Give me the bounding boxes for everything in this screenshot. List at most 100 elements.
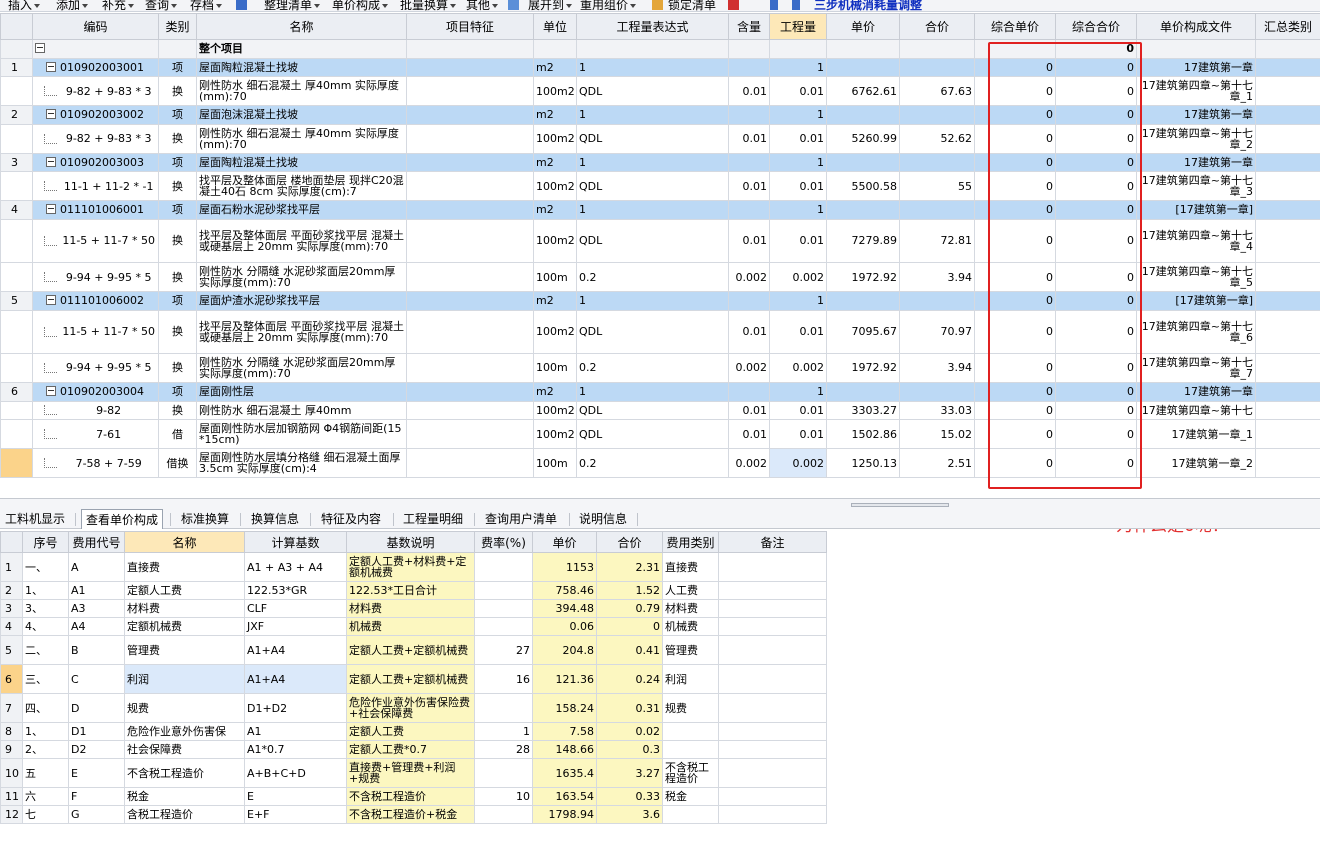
- code-cell[interactable]: 9-82 + 9-83 * 3: [32, 76, 159, 107]
- bill-item-row[interactable]: 5 011101006002 项屋面炉渣水泥砂浆找平层 m2 1 1 0 0 [17建筑第一章]: [0, 291, 1320, 311]
- project-total-row[interactable]: 整个项目 0: [0, 39, 1320, 59]
- quantity-cell[interactable]: 1: [769, 57, 827, 78]
- remark-cell[interactable]: [718, 617, 827, 636]
- col-header-total[interactable]: 合价: [899, 13, 975, 40]
- remark-cell[interactable]: [718, 693, 827, 723]
- content-cell[interactable]: 0.01: [728, 419, 770, 450]
- name-cell[interactable]: 屋面泡沫混凝土找坡: [196, 105, 407, 125]
- cost-row[interactable]: 6 三、 C 利润 A1+A4 定额人工费+定额机械费 16 121.36 0.24 利润: [0, 664, 827, 694]
- remark-cell[interactable]: [718, 552, 827, 582]
- price-file-cell[interactable]: [17建筑第一章]: [1136, 291, 1256, 311]
- category-cell[interactable]: [662, 740, 719, 759]
- base-cell[interactable]: E: [244, 787, 347, 806]
- batch-conversion-menu[interactable]: 批量换算: [400, 0, 457, 11]
- code-cell[interactable]: 010902003004: [32, 381, 159, 402]
- feature-cell[interactable]: [406, 200, 534, 220]
- col-header-type[interactable]: 类别: [158, 13, 197, 40]
- price-file-cell[interactable]: [17建筑第一章]: [1136, 200, 1256, 220]
- unit-cell[interactable]: 100m: [533, 448, 577, 478]
- content-cell[interactable]: 0.01: [728, 171, 770, 202]
- rate-cell[interactable]: [474, 805, 533, 824]
- name-cell[interactable]: 直接费: [124, 552, 245, 582]
- cost-col-code[interactable]: 费用代号: [68, 531, 125, 553]
- rate-cell[interactable]: 10: [474, 787, 533, 806]
- name-cell[interactable]: 定额人工费: [124, 581, 245, 600]
- quantity-cell[interactable]: 0.01: [769, 123, 827, 154]
- summary-category-cell[interactable]: [1255, 419, 1320, 450]
- code-cell[interactable]: 011101006002: [32, 291, 159, 311]
- bill-item-row[interactable]: 4 011101006001 项屋面石粉水泥砂浆找平层 m2 1 1 0 0 [17建筑第一章]: [0, 200, 1320, 220]
- col-header-name[interactable]: 名称: [196, 13, 407, 40]
- collapse-icon[interactable]: [46, 156, 56, 167]
- cost-row[interactable]: 11 六 F 税金 E 不含税工程造价 10 163.54 0.33 税金: [0, 787, 827, 806]
- rate-cell[interactable]: [474, 581, 533, 600]
- cost-col-total[interactable]: 合价: [596, 531, 663, 553]
- content-cell[interactable]: [728, 200, 770, 220]
- name-cell[interactable]: 屋面石粉水泥砂浆找平层: [196, 200, 407, 220]
- quantity-cell[interactable]: 1: [769, 152, 827, 173]
- name-cell[interactable]: 利润: [124, 664, 245, 694]
- feature-cell[interactable]: [406, 419, 534, 450]
- quota-sub-row[interactable]: 7-58 + 7-59 借换 屋面刚性防水层填分格缝 细石混凝土面厚3.5cm 实际…: [0, 448, 1320, 478]
- rate-cell[interactable]: [474, 552, 533, 582]
- rate-cell[interactable]: 1: [474, 722, 533, 741]
- quantity-cell[interactable]: 0.01: [769, 419, 827, 450]
- expression-cell[interactable]: QDL: [576, 419, 729, 450]
- summary-category-cell[interactable]: [1255, 353, 1320, 383]
- rate-cell[interactable]: 27: [474, 635, 533, 665]
- rate-cell[interactable]: [474, 758, 533, 788]
- unit-cell[interactable]: m2: [533, 291, 577, 311]
- quantity-cell[interactable]: 0.01: [769, 171, 827, 202]
- expression-cell[interactable]: 1: [576, 152, 729, 173]
- supplement-menu[interactable]: 补充: [102, 0, 135, 11]
- name-cell[interactable]: 屋面陶粒混凝土找坡: [196, 57, 407, 78]
- cost-row[interactable]: 9 2、 D2 社会保障费 A1*0.7 定额人工费*0.7 28 148.66 0.3: [0, 740, 827, 759]
- summary-category-cell[interactable]: [1255, 448, 1320, 478]
- price-file-cell[interactable]: 17建筑第四章~第十七章_3: [1136, 171, 1256, 202]
- remark-cell[interactable]: [718, 758, 827, 788]
- organize-list-menu[interactable]: 整理清单: [264, 0, 321, 11]
- code-cell[interactable]: 9-82 + 9-83 * 3: [32, 123, 159, 154]
- category-cell[interactable]: 人工费: [662, 581, 719, 600]
- price-file-cell[interactable]: 17建筑第四章~第十七章_2: [1136, 123, 1256, 154]
- summary-category-cell[interactable]: [1255, 400, 1320, 421]
- price-file-cell[interactable]: 17建筑第一章_2: [1136, 448, 1256, 478]
- name-cell[interactable]: 刚性防水 细石混凝土 厚40mm: [196, 400, 407, 421]
- content-cell[interactable]: 0.002: [728, 448, 770, 478]
- code-cell[interactable]: 011101006001: [32, 200, 159, 220]
- code-cell[interactable]: B: [68, 635, 125, 665]
- remark-cell[interactable]: [718, 599, 827, 618]
- quantity-cell[interactable]: 0.002: [769, 448, 827, 478]
- name-cell[interactable]: 屋面陶粒混凝土找坡: [196, 152, 407, 173]
- quantity-cell[interactable]: 1: [769, 200, 827, 220]
- unit-price-composition-menu[interactable]: 单价构成: [332, 0, 389, 11]
- quota-sub-row[interactable]: 11-1 + 11-2 * -1 换找平层及整体面层 楼地面垫层 现拌C20混凝土…: [0, 171, 1320, 202]
- category-cell[interactable]: 管理费: [662, 635, 719, 665]
- unit-cell[interactable]: m2: [533, 381, 577, 402]
- seq-cell[interactable]: 六: [22, 787, 69, 806]
- unit-cell[interactable]: 100m2: [533, 309, 577, 355]
- summary-category-cell[interactable]: [1255, 309, 1320, 355]
- quantity-cell[interactable]: 0.002: [769, 262, 827, 293]
- tab-quantity-detail[interactable]: 工程量明细: [399, 509, 467, 529]
- summary-category-cell[interactable]: [1255, 123, 1320, 154]
- code-cell[interactable]: A4: [68, 617, 125, 636]
- code-cell[interactable]: D1: [68, 722, 125, 741]
- code-cell[interactable]: 7-61: [32, 419, 159, 450]
- name-cell[interactable]: 刚性防水 细石混凝土 厚40mm 实际厚度(mm):70: [196, 123, 407, 154]
- feature-cell[interactable]: [406, 152, 534, 173]
- feature-cell[interactable]: [406, 400, 534, 421]
- feature-cell[interactable]: [406, 291, 534, 311]
- quantity-cell[interactable]: 1: [769, 381, 827, 402]
- cost-col-category[interactable]: 费用类别: [662, 531, 719, 553]
- tab-material-display[interactable]: 工料机显示: [2, 509, 68, 529]
- category-cell[interactable]: 机械费: [662, 617, 719, 636]
- feature-cell[interactable]: [406, 448, 534, 478]
- expression-cell[interactable]: 1: [576, 381, 729, 402]
- base-cell[interactable]: A1: [244, 722, 347, 741]
- expression-cell[interactable]: QDL: [576, 218, 729, 264]
- summary-category-cell[interactable]: [1255, 291, 1320, 311]
- seq-cell[interactable]: 4、: [22, 617, 69, 636]
- content-cell[interactable]: 0.01: [728, 76, 770, 107]
- cost-col-seq[interactable]: 序号: [22, 531, 69, 553]
